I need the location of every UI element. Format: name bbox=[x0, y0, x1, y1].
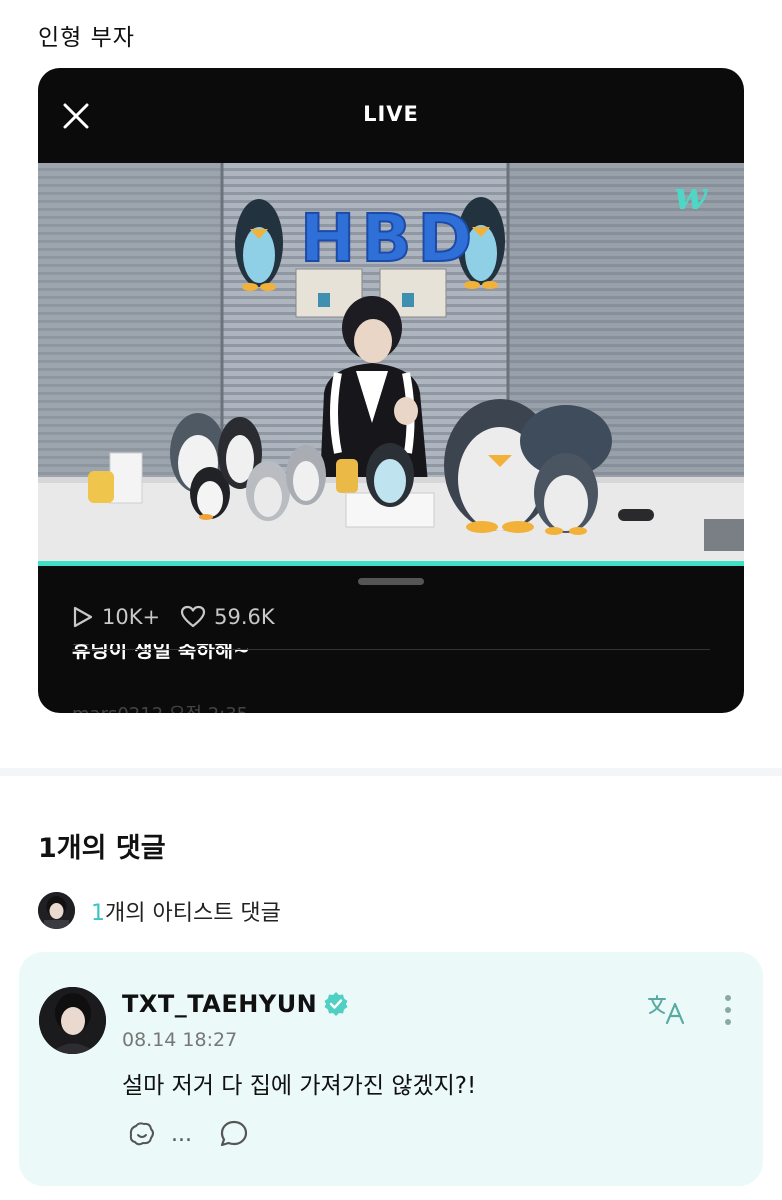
comment-actions: ... bbox=[127, 1118, 250, 1150]
comment-time: 08.14 18:27 bbox=[122, 1029, 238, 1051]
live-card[interactable]: LIVE w HBD 10K+ 59.6K 휴닝이 생일 축하해~ bbox=[38, 68, 744, 713]
views-stat: 10K+ bbox=[72, 605, 160, 629]
comment-text: 설마 저거 다 집에 가져가진 않겠지?! bbox=[122, 1073, 477, 1099]
author-name[interactable]: TXT_TAEHYUN bbox=[122, 990, 317, 1018]
live-meta: mars0212 오전 2:35 bbox=[72, 700, 248, 713]
likes-count: 59.6K bbox=[214, 605, 275, 629]
penguin-plush-5 bbox=[286, 445, 326, 505]
heart-icon bbox=[180, 605, 206, 628]
comment-item: TXT_TAEHYUN 08.14 18:27 설마 저거 다 집에 가져가진 … bbox=[19, 952, 763, 1186]
post-title: 인형 부자 bbox=[38, 25, 135, 51]
live-title: LIVE bbox=[363, 102, 419, 126]
comment-count: 1개의 댓글 bbox=[38, 833, 166, 864]
reply-icon[interactable] bbox=[218, 1118, 250, 1150]
divider bbox=[72, 649, 710, 650]
reaction-icon[interactable] bbox=[127, 1119, 157, 1149]
artist-avatar bbox=[38, 892, 75, 929]
verified-badge-icon bbox=[324, 992, 348, 1016]
author-row: TXT_TAEHYUN bbox=[122, 990, 349, 1018]
live-caption: 휴닝이 생일 축하해~ bbox=[72, 644, 250, 662]
live-progress-bar bbox=[38, 561, 744, 566]
weverse-logo: w bbox=[674, 173, 708, 218]
section-divider bbox=[0, 768, 782, 776]
drag-handle[interactable] bbox=[358, 578, 424, 585]
play-icon bbox=[73, 606, 93, 628]
live-video[interactable]: w HBD bbox=[38, 163, 744, 561]
translate-icon bbox=[648, 995, 685, 1025]
views-count: 10K+ bbox=[102, 605, 161, 629]
artist-count-number: 1 bbox=[91, 900, 105, 926]
more-vertical-icon bbox=[725, 995, 731, 1025]
live-stats: 10K+ 59.6K bbox=[72, 602, 295, 632]
artist-comments-link[interactable]: 1개의 아티스트 댓글 bbox=[38, 892, 281, 929]
avatar[interactable] bbox=[39, 987, 106, 1054]
likes-stat: 59.6K bbox=[180, 605, 275, 629]
reaction-more[interactable]: ... bbox=[171, 1122, 192, 1147]
penguin-plush-4 bbox=[246, 461, 290, 521]
more-button[interactable] bbox=[721, 994, 735, 1030]
hbd-balloon-text: HBD bbox=[300, 200, 478, 277]
translate-button[interactable] bbox=[647, 994, 687, 1030]
artist-comments-label: 개의 아티스트 댓글 bbox=[105, 900, 281, 926]
